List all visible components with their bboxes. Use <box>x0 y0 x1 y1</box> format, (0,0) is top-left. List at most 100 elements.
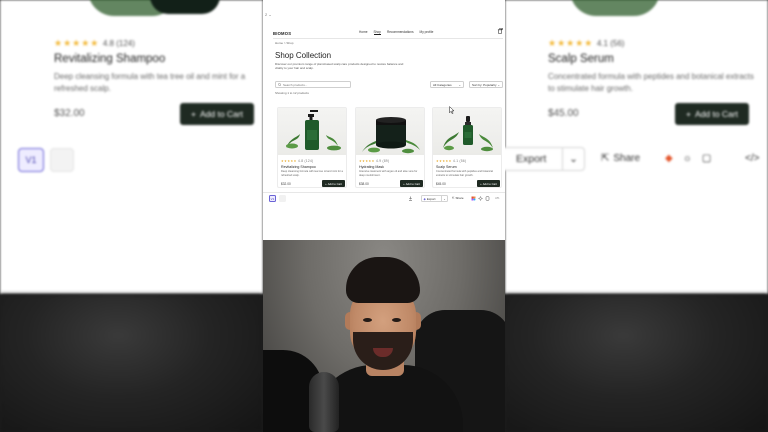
rating-count: 4.1 (56) <box>596 39 625 48</box>
product-title[interactable]: Hydrating Mask <box>359 165 384 169</box>
zoomed-code-button[interactable]: </> <box>745 153 759 164</box>
search-field[interactable] <box>275 81 351 88</box>
mouse-cursor-icon <box>449 106 455 114</box>
next-version-chip[interactable] <box>279 195 286 202</box>
share-label: Share <box>455 196 464 200</box>
shampoo-bottle-image <box>286 110 341 151</box>
nav-shop[interactable]: Shop <box>373 30 381 35</box>
product-price: $45.00 <box>436 182 446 186</box>
zoomed-right-content: ★★★★★ 4.1 (56) Scalp Serum Concentrated … <box>505 0 768 294</box>
zoomed-share-button[interactable]: ⇱ Share <box>601 153 640 164</box>
add-to-cart-label: Add to Cart <box>482 181 497 186</box>
person-eye <box>392 318 401 322</box>
brand-logo[interactable]: BIOMOS <box>273 31 291 36</box>
chevron-down-icon: ⌄ <box>458 82 461 87</box>
zoomed-version-chip[interactable]: V1 <box>18 148 44 172</box>
page-intro: Discover our premium range of plant-base… <box>275 62 404 70</box>
sort-select-value: Sort by: Popularity <box>472 82 497 87</box>
zoomed-right-stars: ★★★★★ 4.1 (56) <box>548 38 624 49</box>
code-icon[interactable]: </> <box>495 196 499 200</box>
star-icons: ★★★★★ <box>436 159 452 163</box>
export-label: Export <box>516 153 547 165</box>
nav-recommendations[interactable]: Recommendations <box>387 30 414 35</box>
zoomed-right-price: $45.00 <box>548 108 579 119</box>
product-description: Deep cleansing formula with tea tree oil… <box>281 170 343 177</box>
product-image[interactable] <box>356 108 424 155</box>
top-chrome-label[interactable]: 2 ⌄ <box>265 12 272 17</box>
chevron-down-icon: ⌄ <box>497 82 500 87</box>
add-to-cart-button[interactable]: + Add to Cart <box>400 180 423 187</box>
jar-image-fragment <box>150 0 220 14</box>
product-price: $38.00 <box>359 182 369 186</box>
plus-icon: + <box>403 181 405 186</box>
chevron-down-icon[interactable]: ⌄ <box>562 148 584 170</box>
zoomed-left-add-to-cart-button[interactable]: + Add to Cart <box>180 103 254 125</box>
sun-icon[interactable] <box>478 196 483 201</box>
figma-icon[interactable] <box>471 196 476 201</box>
zoomed-left-panel: ★★★★★ 4.8 (124) Revitalizing Shampoo Dee… <box>0 0 263 432</box>
product-price: $32.00 <box>281 182 291 186</box>
zoomed-left-desc: Deep cleansing formula with tea tree oil… <box>54 72 246 93</box>
version-label: V1 <box>25 155 37 165</box>
product-image[interactable] <box>278 108 346 155</box>
product-card[interactable]: ★★★★★ 4.1 (56) Scalp Serum Concentrated … <box>432 107 502 188</box>
navbar-divider <box>273 38 503 39</box>
search-icon <box>278 82 282 87</box>
zoomed-right-add-to-cart-button[interactable]: + Add to Cart <box>675 103 749 125</box>
plus-icon: + <box>480 181 482 186</box>
figma-icon[interactable]: ◆ <box>665 153 673 164</box>
app-screenshot: 2 ⌄ BIOMOS Home Shop Recommendations My … <box>263 0 505 240</box>
leaf-image-fragment <box>570 0 660 16</box>
export-button[interactable]: ◆ Export ⌄ <box>421 195 448 202</box>
nav-links: Home Shop Recommendations My profile <box>359 30 433 35</box>
sun-icon[interactable]: ☼ <box>683 153 692 164</box>
zoomed-right-panel: ★★★★★ 4.1 (56) Scalp Serum Concentrated … <box>505 0 768 432</box>
chevron-down-icon[interactable]: ⌄ <box>441 195 447 202</box>
webcam-video <box>263 240 505 432</box>
export-label: Export <box>426 196 436 201</box>
star-rating: ★★★★★ 4.9 (89) <box>359 159 389 163</box>
figma-icon: ◆ <box>423 196 426 201</box>
copy-icon[interactable]: ▢ <box>702 153 711 164</box>
product-card[interactable]: ★★★★★ 4.9 (89) Hydrating Mask Intensive … <box>355 107 425 188</box>
star-icons: ★★★★★ <box>281 159 297 163</box>
site-navbar: BIOMOS Home Shop Recommendations My prof… <box>273 28 503 38</box>
product-title[interactable]: Revitalizing Shampoo <box>281 165 316 169</box>
plus-icon: + <box>686 109 691 119</box>
nav-home[interactable]: Home <box>359 30 368 35</box>
version-chip[interactable]: V1 <box>269 195 276 202</box>
nav-my-profile[interactable]: My profile <box>420 30 434 35</box>
sort-select[interactable]: Sort by: Popularity ⌄ <box>469 81 503 88</box>
product-title[interactable]: Scalp Serum <box>436 165 457 169</box>
zoomed-export-button[interactable]: Export ⌄ <box>505 147 585 171</box>
product-image[interactable] <box>433 108 501 155</box>
star-rating: ★★★★★ 4.1 (56) <box>436 159 466 163</box>
add-to-cart-label: Add to Cart <box>199 109 243 119</box>
center-column: 2 ⌄ BIOMOS Home Shop Recommendations My … <box>263 0 505 432</box>
code-icon: </> <box>745 153 760 164</box>
category-select[interactable]: All Categories ⌄ <box>430 81 464 88</box>
rating-count: 4.8 (124) <box>102 39 135 48</box>
version-label: V1 <box>270 196 275 201</box>
zoomed-left-title: Revitalizing Shampoo <box>54 53 166 65</box>
star-rating-icons: ★★★★★ <box>548 38 594 48</box>
share-button[interactable]: ⇱ Share <box>452 196 464 200</box>
editor-toolbar-divider <box>263 192 505 193</box>
add-to-cart-button[interactable]: + Add to Cart <box>477 180 500 187</box>
person-eye <box>363 318 372 322</box>
star-rating-icons: ★★★★★ <box>54 38 100 48</box>
product-card[interactable]: ★★★★★ 4.8 (124) Revitalizing Shampoo Dee… <box>277 107 347 188</box>
copy-icon[interactable] <box>485 196 490 201</box>
breadcrumb[interactable]: Home > Shop <box>275 41 293 45</box>
zoomed-left-stars: ★★★★★ 4.8 (124) <box>54 38 135 49</box>
search-input[interactable] <box>283 82 347 87</box>
zoomed-left-content: ★★★★★ 4.8 (124) Revitalizing Shampoo Dee… <box>0 0 263 294</box>
rating-count: 4.8 (124) <box>297 159 314 163</box>
download-icon[interactable] <box>408 196 413 201</box>
shopping-bag-icon[interactable] <box>497 28 503 34</box>
mask-jar-image <box>362 117 420 154</box>
zoomed-right-title: Scalp Serum <box>548 53 614 65</box>
zoomed-next-version-chip[interactable] <box>50 148 74 172</box>
add-to-cart-button[interactable]: + Add to Cart <box>322 180 345 187</box>
microphone <box>309 372 339 432</box>
